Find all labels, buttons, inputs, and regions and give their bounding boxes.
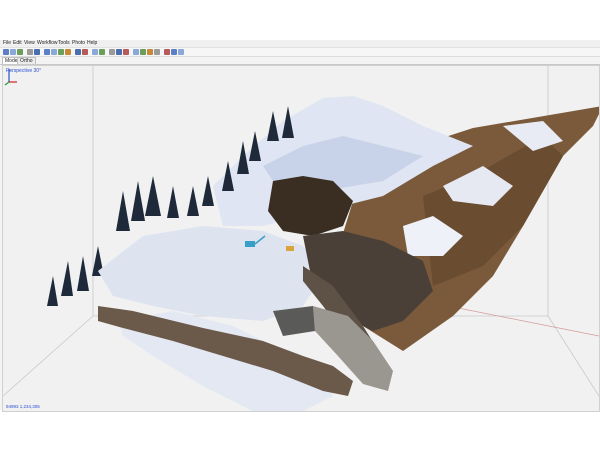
menu-file[interactable]: File: [3, 40, 11, 47]
menu-view[interactable]: View: [24, 40, 35, 47]
status-readout: 94993 1,234,305: [6, 404, 40, 409]
navigate-icon[interactable]: [75, 49, 81, 55]
dense-icon[interactable]: [140, 49, 146, 55]
menu-edit[interactable]: Edit: [13, 40, 22, 47]
crop-icon[interactable]: [82, 49, 88, 55]
free-select-icon[interactable]: [65, 49, 71, 55]
resize-icon[interactable]: [99, 49, 105, 55]
point-cloud-model: [3, 66, 599, 411]
select-icon[interactable]: [44, 49, 50, 55]
menu-bar: File Edit View Workflow Tools Photo Help: [0, 40, 600, 48]
circle-select-icon[interactable]: [58, 49, 64, 55]
model-viewport[interactable]: Perspective 30° 94993 1,234,305: [2, 65, 600, 412]
redo-icon[interactable]: [34, 49, 40, 55]
tab-bar: Model Ortho: [0, 57, 600, 65]
grid-icon[interactable]: [164, 49, 170, 55]
open-icon[interactable]: [10, 49, 16, 55]
axis-gizmo-icon: [4, 69, 17, 86]
texture-icon[interactable]: [154, 49, 160, 55]
rotate-icon[interactable]: [92, 49, 98, 55]
rect-select-icon[interactable]: [51, 49, 57, 55]
retaining-wall-shade: [273, 306, 315, 336]
tab-ortho[interactable]: Ortho: [17, 57, 36, 64]
menu-workflow[interactable]: Workflow: [37, 40, 57, 47]
mesh-icon[interactable]: [147, 49, 153, 55]
undo-icon[interactable]: [27, 49, 33, 55]
axis-icon[interactable]: [178, 49, 184, 55]
snowy-lower-slope: [98, 226, 323, 321]
points-icon[interactable]: [133, 49, 139, 55]
menu-help[interactable]: Help: [87, 40, 97, 47]
zoom-out-icon[interactable]: [116, 49, 122, 55]
menu-tools[interactable]: Tools: [58, 40, 70, 47]
new-icon[interactable]: [3, 49, 9, 55]
app-window: File Edit View Workflow Tools Photo Help…: [0, 40, 600, 412]
camera-icon[interactable]: [171, 49, 177, 55]
zoom-fit-icon[interactable]: [123, 49, 129, 55]
save-icon[interactable]: [17, 49, 23, 55]
zoom-in-icon[interactable]: [109, 49, 115, 55]
toolbar: [0, 48, 600, 57]
menu-photo[interactable]: Photo: [72, 40, 85, 47]
